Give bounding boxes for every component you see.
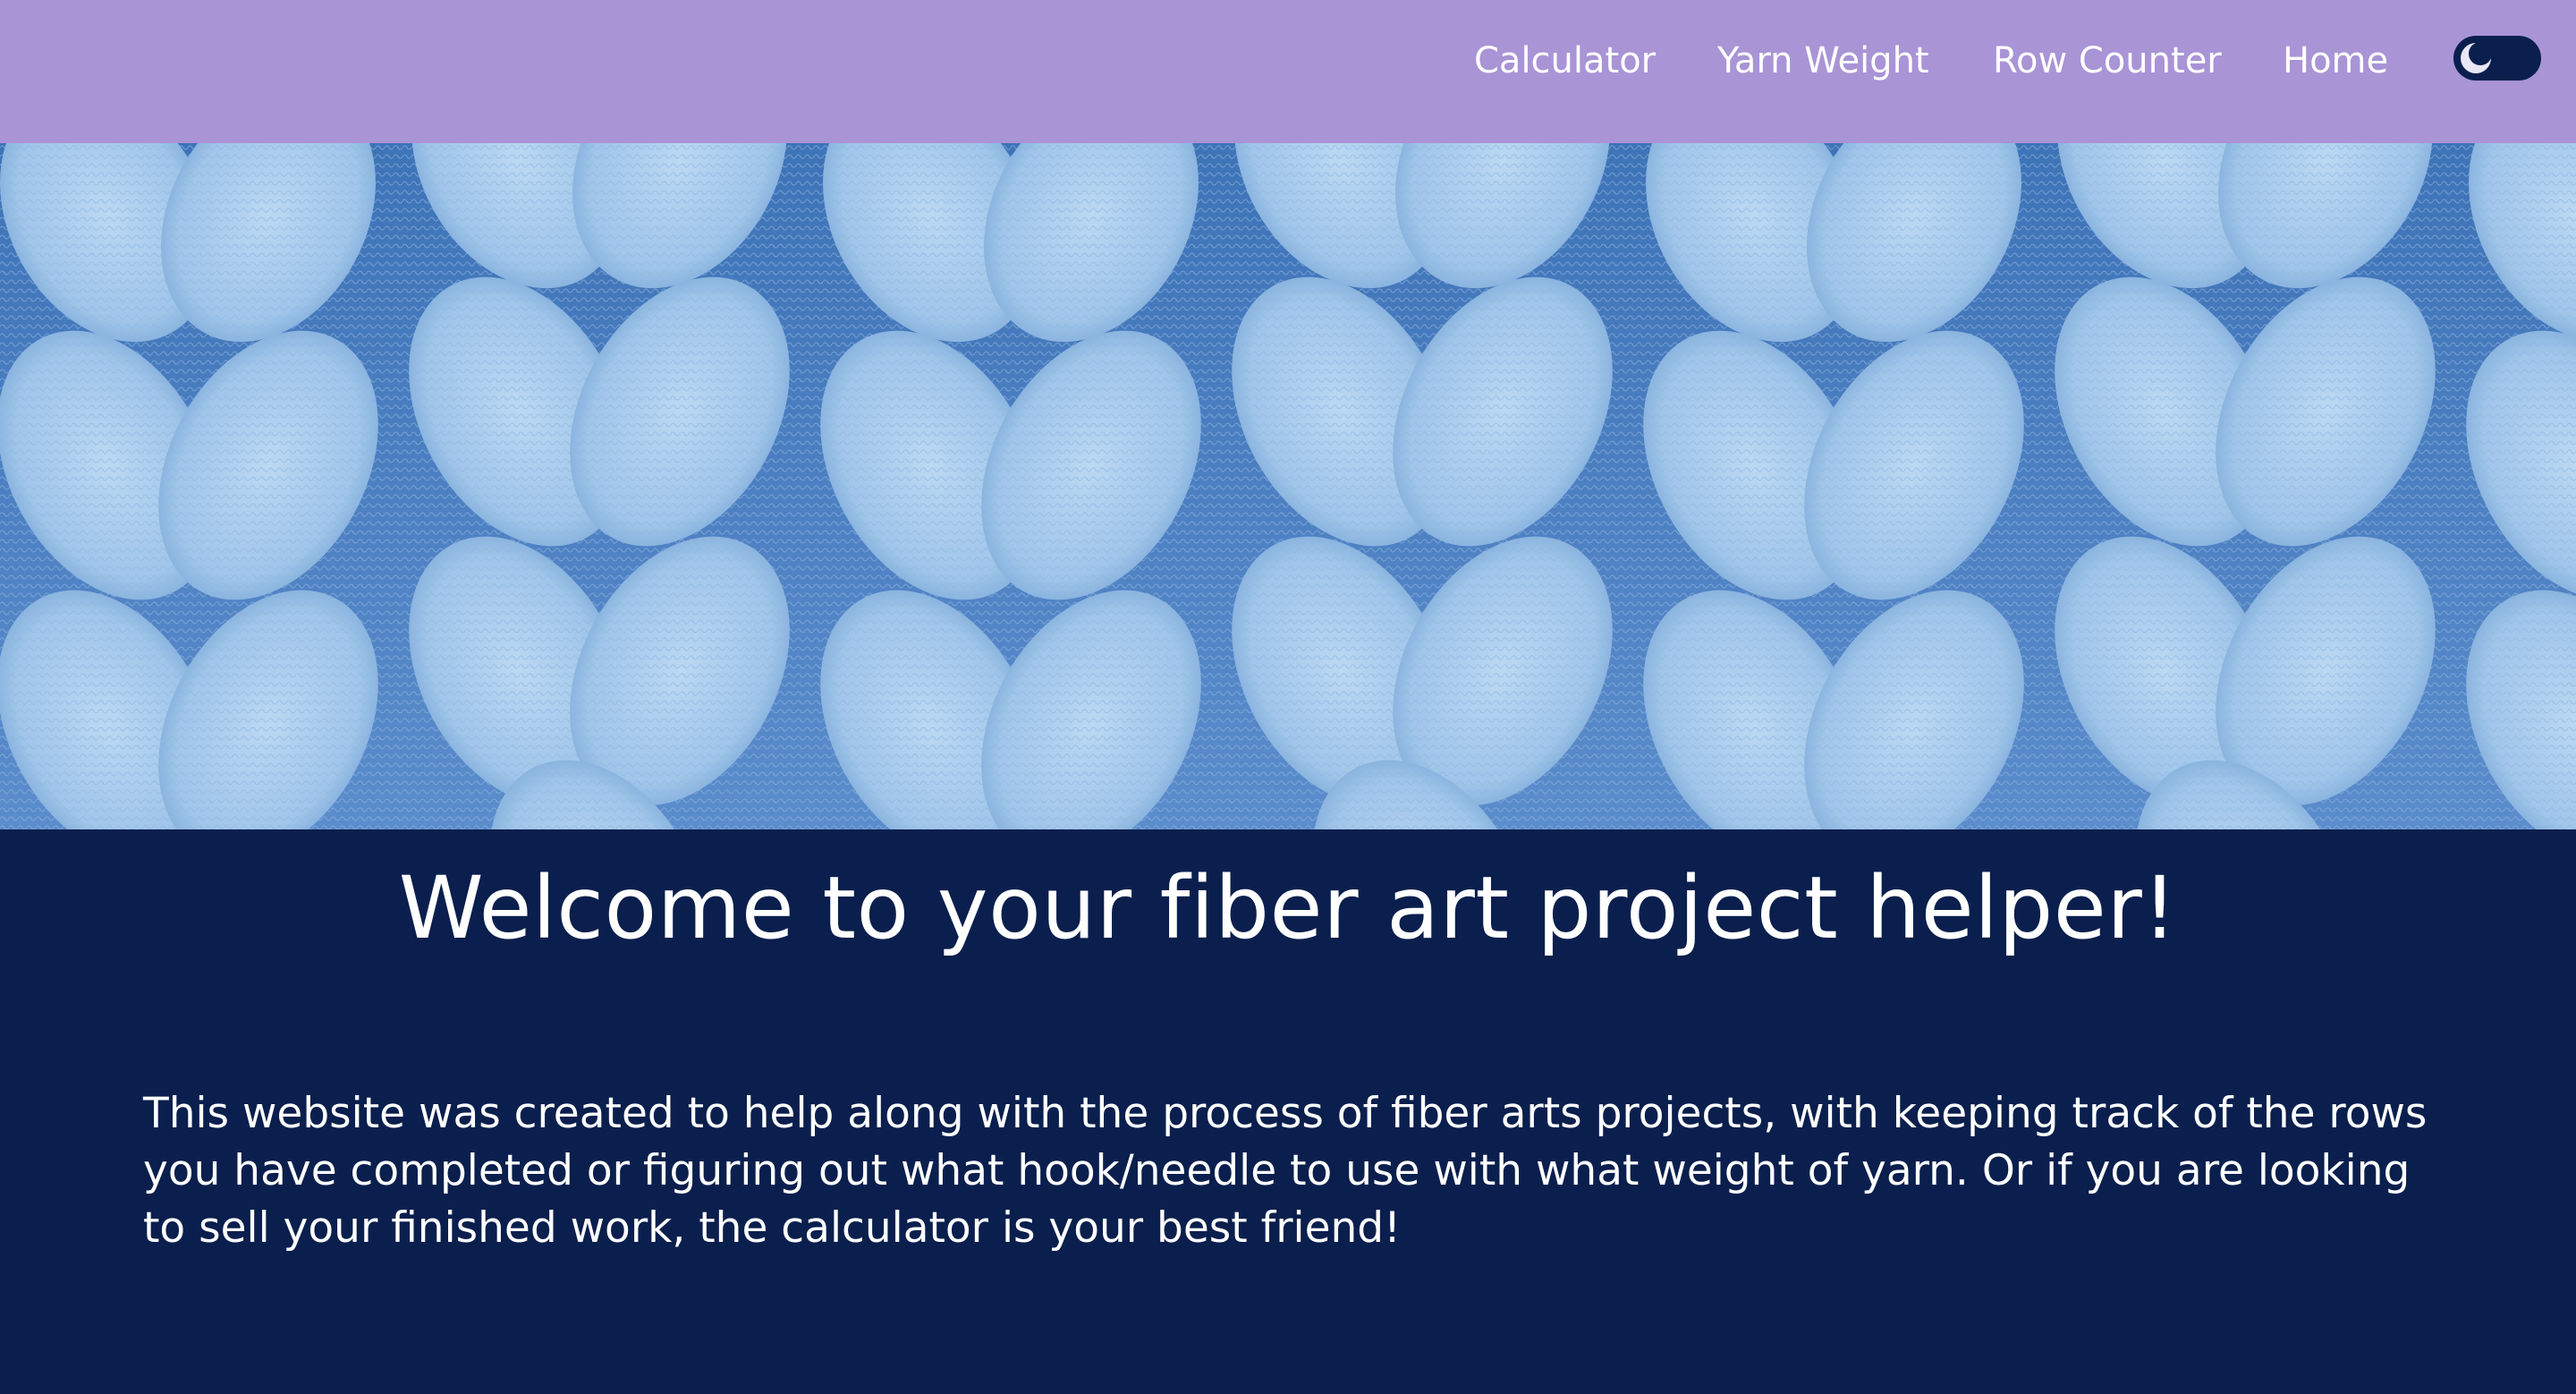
top-navbar: Calculator Yarn Weight Row Counter Home <box>0 0 2576 143</box>
moon-icon <box>2458 40 2494 76</box>
nav-link-row-counter[interactable]: Row Counter <box>1993 34 2222 88</box>
nav-link-home[interactable]: Home <box>2283 34 2388 88</box>
main-content: Welcome to your fiber art project helper… <box>0 829 2576 1394</box>
hero-image <box>0 143 2576 829</box>
knit-texture-illustration <box>0 143 2576 829</box>
nav-link-yarn-weight[interactable]: Yarn Weight <box>1717 34 1929 88</box>
theme-toggle[interactable] <box>2453 36 2541 81</box>
page-title: Welcome to your fiber art project helper… <box>398 858 2178 958</box>
intro-paragraph: This website was created to help along w… <box>143 1089 2428 1253</box>
nav-link-calculator[interactable]: Calculator <box>1474 34 1656 88</box>
